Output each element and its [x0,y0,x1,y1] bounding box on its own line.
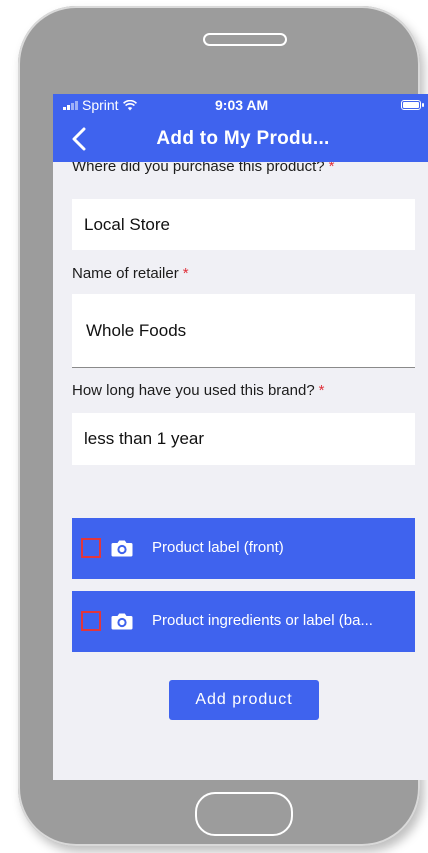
purchase-question-label: Where did you purchase this product? * [72,162,335,175]
photo-front-label: Product label (front) [152,539,284,556]
required-marker: * [182,265,189,282]
status-left: Sprint [63,97,137,113]
status-time: 9:03 AM [215,97,269,113]
brand-duration-label: How long have you used this brand? * [72,382,325,399]
nav-bar: Add to My Produ... [53,116,428,162]
retailer-value: Whole Foods [86,321,187,340]
photo-upload-front[interactable]: Product label (front) [72,518,415,579]
phone-speaker [203,33,287,46]
signal-icon [63,100,78,110]
photo-upload-back[interactable]: Product ingredients or label (ba... [72,591,415,652]
phone-screen: Sprint 9:03 AM Add to My Produ... Where … [53,94,428,780]
home-button[interactable] [195,792,293,836]
phone-frame: Sprint 9:03 AM Add to My Produ... Where … [18,6,428,846]
carrier-name: Sprint [82,97,119,113]
brand-duration-value: less than 1 year [84,429,205,448]
required-marker: * [318,382,325,399]
page-title: Add to My Produ... [156,128,330,149]
camera-icon [111,540,133,557]
purchase-location-value: Local Store [84,215,170,234]
required-marker: * [328,162,335,175]
status-bar: Sprint 9:03 AM [53,94,428,116]
photo-back-label: Product ingredients or label (ba... [152,612,373,629]
brand-duration-field[interactable]: less than 1 year [72,413,415,465]
purchase-location-field[interactable]: Local Store [72,199,415,250]
photo-back-checkbox[interactable] [81,611,101,631]
wifi-icon [122,99,137,110]
battery-icon [401,100,424,110]
add-product-button[interactable]: Add product [169,680,319,720]
retailer-label: Name of retailer * [72,265,189,282]
retailer-field[interactable]: Whole Foods [72,294,415,368]
photo-front-checkbox[interactable] [81,538,101,558]
form-content[interactable]: Where did you purchase this product? * Lo… [53,162,428,780]
camera-icon [111,613,133,630]
